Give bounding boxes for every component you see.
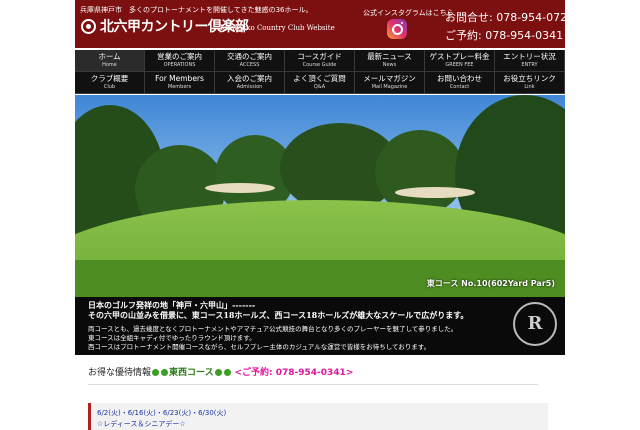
club-logo-icon[interactable]	[81, 19, 96, 34]
hero-bunker	[395, 187, 475, 198]
contact-inquiry-phone[interactable]: お問合せ: 078-954-0721	[445, 9, 574, 25]
nav-item-entry[interactable]: エントリー状況 ENTRY	[495, 50, 565, 72]
offer-card[interactable]: 6/2(火)・6/16(火)・6/23(火)・6/30(火) ☆レディース＆シニ…	[88, 403, 548, 430]
offer-dates[interactable]: 6/2(火)・6/16(火)・6/23(火)・6/30(火)	[97, 408, 226, 418]
page: 兵庫県神戸市 多くのプロトーナメントを開催してきた魅惑の36ホール。 北六甲カン…	[75, 0, 574, 430]
hero-caption: 東コース No.10(602Yard Par5)	[426, 279, 555, 288]
contact-reservation-phone[interactable]: ご予約: 078-954-0341	[445, 27, 563, 43]
nav-label: For Members	[155, 74, 204, 83]
nav-sublabel: OPERATIONS	[163, 62, 196, 68]
nav-item-link[interactable]: お役立ちリンク Link	[495, 72, 565, 94]
nav-sublabel: Home	[102, 62, 117, 68]
nav-sublabel: Admission	[236, 84, 263, 90]
nav-item-members[interactable]: For Members Members	[145, 72, 215, 94]
divider	[88, 384, 538, 385]
nav-label: お役立ちリンク	[503, 74, 556, 83]
nav-sublabel: ENTRY	[521, 62, 538, 68]
nav-item-news[interactable]: 最新ニュース News	[355, 50, 425, 72]
nav-label: 営業のご案内	[157, 52, 202, 61]
nav-sublabel: GREEN FEE	[445, 62, 474, 68]
offer-title[interactable]: ☆レディース＆シニアデー☆	[97, 419, 186, 429]
intro-subheading: その六甲の山並みを借景に、東コース18ホールズ、西コース18ホールズが雄大なスケ…	[88, 310, 469, 320]
nav-label: お問い合わせ	[437, 74, 482, 83]
nav-item-access[interactable]: 交通のご案内 ACCESS	[215, 50, 285, 72]
nav-item-contact[interactable]: お問い合わせ Contact	[425, 72, 495, 94]
nav-label: コースガイド	[297, 52, 342, 61]
nav-item-admission[interactable]: 入会のご案内 Admission	[215, 72, 285, 94]
golf-flag-icon	[152, 369, 160, 376]
nav-item-operations[interactable]: 営業のご案内 OPERATIONS	[145, 50, 215, 72]
nav-sublabel: Link	[524, 84, 535, 90]
golf-flag-icon	[214, 369, 222, 376]
nav-sublabel: ACCESS	[239, 62, 260, 68]
nav-item-green-fee[interactable]: ゲストプレー料金 GREEN FEE	[425, 50, 495, 72]
offers-label: お得な優待情報	[88, 368, 152, 378]
nav-item-mail-magazine[interactable]: メールマガジン Mail Magazine	[355, 72, 425, 94]
nav-sublabel: Contact	[449, 84, 470, 90]
offers-heading: お得な優待情報 東西コース <ご予約: 078-954-0341>	[88, 365, 353, 378]
nav-label: ホーム	[98, 52, 121, 61]
nav-sublabel: Mail Magazine	[371, 84, 408, 90]
course-badge-logo: R	[513, 302, 557, 346]
nav-item-qa[interactable]: よく頂くご質問 Q&A	[285, 72, 355, 94]
nav-label: よく頂くご質問	[293, 74, 346, 83]
intro-text: 西コースはプロトーナメント開催コースながら、セルフプレー主体のカジュアルな運営で…	[88, 343, 431, 351]
hero-course-photo: 東コース No.10(602Yard Par5)	[75, 95, 565, 297]
nav-sublabel: Members	[167, 84, 192, 90]
tagline: 兵庫県神戸市 多くのプロトーナメントを開催してきた魅惑の36ホール。	[80, 6, 313, 14]
nav-label: メールマガジン	[363, 74, 416, 83]
nav-sublabel: Q&A	[313, 84, 326, 90]
offers-course: 東西コース	[169, 368, 214, 378]
hero-bunker	[205, 183, 275, 193]
site-header: 兵庫県神戸市 多くのプロトーナメントを開催してきた魅惑の36ホール。 北六甲カン…	[75, 0, 574, 48]
nav-item-home[interactable]: ホーム Home	[75, 50, 145, 72]
intro-banner: 日本のゴルフ発祥の地「神戸・六甲山」------- その六甲の山並みを借景に、東…	[75, 297, 565, 355]
site-logo-subtitle: Kitarokko Country Club Website	[220, 24, 335, 32]
nav-label: クラブ概要	[90, 74, 129, 83]
offers-reservation-phone[interactable]: <ご予約: 078-954-0341>	[234, 368, 353, 378]
instagram-label[interactable]: 公式インスタグラムはこちら	[363, 8, 454, 18]
nav-sublabel: Course Guide	[302, 62, 337, 68]
golf-flag-icon	[223, 369, 231, 376]
nav-item-course-guide[interactable]: コースガイド Course Guide	[285, 50, 355, 72]
main-nav: ホーム Home 営業のご案内 OPERATIONS 交通のご案内 ACCESS…	[75, 50, 565, 94]
nav-label: ゲストプレー料金	[429, 52, 490, 61]
nav-label: 最新ニュース	[367, 52, 412, 61]
nav-label: 入会のご案内	[227, 74, 272, 83]
nav-label: エントリー状況	[503, 52, 556, 61]
golf-flag-icon	[161, 369, 169, 376]
nav-sublabel: News	[382, 62, 397, 68]
instagram-icon[interactable]	[387, 19, 407, 39]
nav-item-club[interactable]: クラブ概要 Club	[75, 72, 145, 94]
nav-label: 交通のご案内	[227, 52, 272, 61]
nav-sublabel: Club	[103, 84, 116, 90]
